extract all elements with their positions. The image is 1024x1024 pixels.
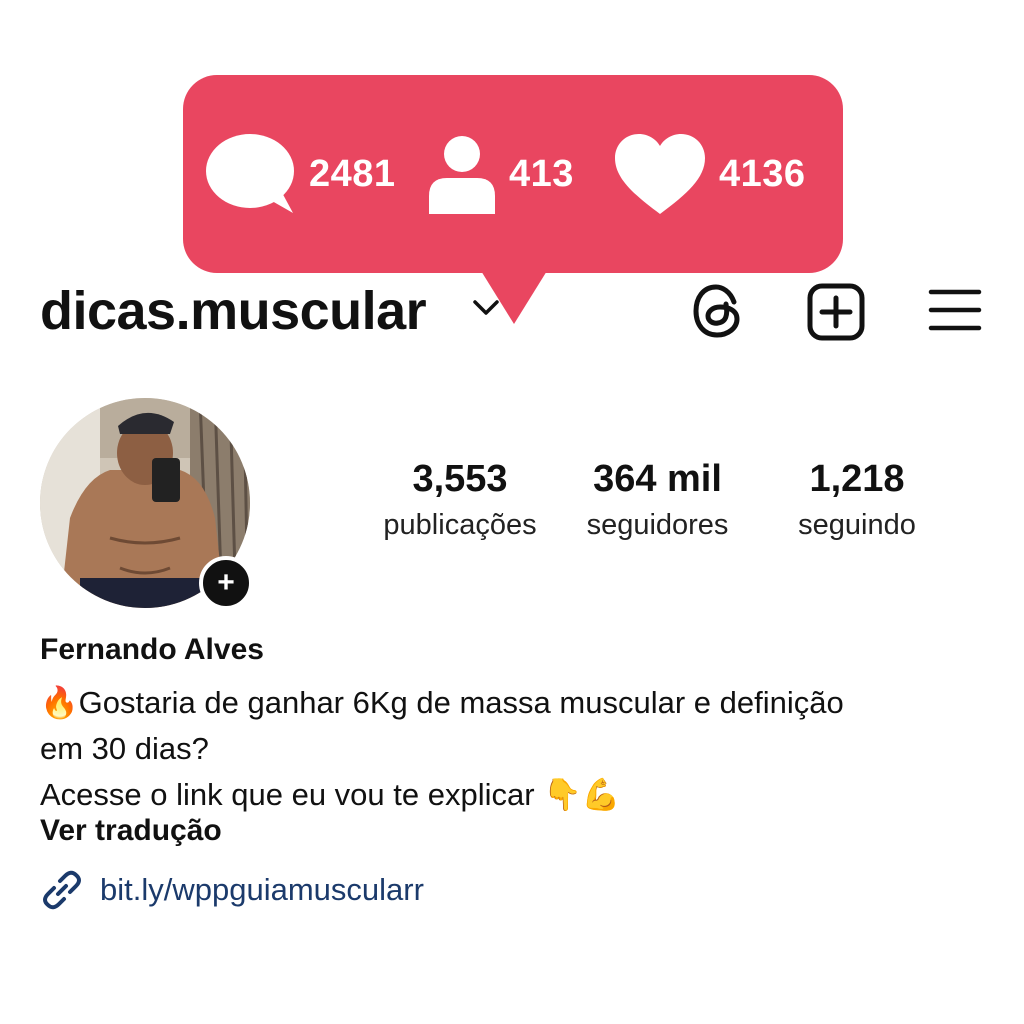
comments-count-item: 2481: [205, 75, 396, 273]
person-icon: [429, 136, 495, 214]
heart-icon: [615, 134, 705, 214]
threads-icon[interactable]: [690, 282, 746, 340]
profile-username[interactable]: dicas.muscular: [40, 280, 427, 342]
comment-icon: [206, 134, 294, 213]
comments-count: 2481: [309, 152, 396, 195]
add-story-button[interactable]: +: [199, 556, 253, 610]
fire-emoji-icon: 🔥: [40, 685, 79, 720]
bio-link[interactable]: bit.ly/wppguiamuscularr: [40, 868, 424, 912]
see-translation-link[interactable]: Ver tradução: [40, 814, 222, 848]
bio-link-text[interactable]: bit.ly/wppguiamuscularr: [100, 872, 424, 908]
followers-count: 413: [509, 152, 574, 195]
link-icon: [43, 870, 81, 910]
posts-count: 3,553: [412, 458, 508, 500]
followers-total: 364 mil: [593, 458, 722, 500]
following-stat[interactable]: 1,218 seguindo: [772, 458, 942, 542]
chevron-down-icon[interactable]: [472, 298, 500, 318]
followers-count-item: 413: [427, 75, 574, 273]
posts-label: publicações: [383, 509, 537, 541]
flexed-biceps-emoji-icon: 💪: [581, 777, 621, 812]
bio-line-3: Acesse o link que eu vou te explicar: [40, 777, 535, 812]
new-post-icon[interactable]: [806, 282, 866, 342]
menu-icon[interactable]: [928, 288, 982, 332]
bio-line-2: em 30 dias?: [40, 731, 209, 766]
following-label: seguindo: [798, 509, 916, 541]
likes-count: 4136: [719, 152, 806, 195]
profile-bio: 🔥Gostaria de ganhar 6Kg de massa muscula…: [40, 680, 1000, 818]
posts-stat[interactable]: 3,553 publicações: [370, 458, 550, 542]
pointing-down-emoji-icon: 👇: [543, 777, 582, 812]
profile-full-name: Fernando Alves: [40, 633, 264, 666]
following-count: 1,218: [809, 458, 905, 500]
followers-stat[interactable]: 364 mil seguidores: [565, 458, 750, 542]
bio-line-1: Gostaria de ganhar 6Kg de massa muscular…: [78, 685, 844, 720]
likes-count-item: 4136: [613, 75, 806, 273]
followers-label: seguidores: [586, 509, 729, 541]
activity-notification-bubble: 2481 413 4136: [183, 75, 843, 273]
